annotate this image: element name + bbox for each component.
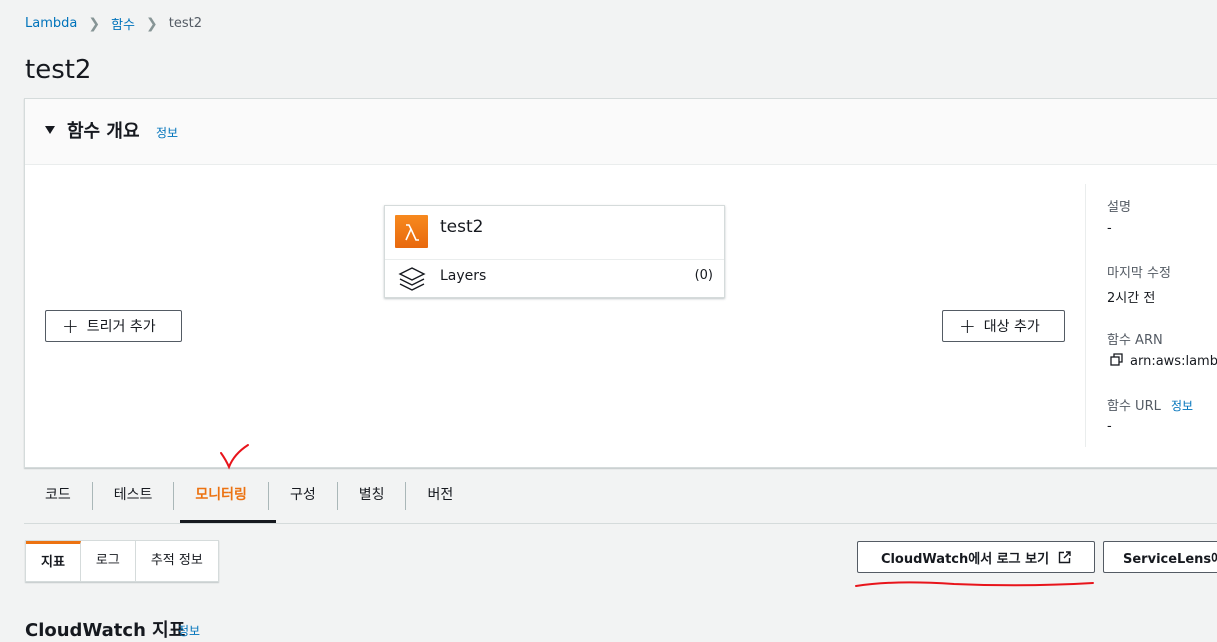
last-modified-value: 2시간 전	[1107, 291, 1156, 306]
function-arn-value: arn:aws:lambda	[1130, 354, 1217, 369]
tab-aliases[interactable]: 별칭	[338, 482, 407, 510]
annotation-underline	[854, 576, 1096, 596]
chevron-right-icon: ❯	[146, 15, 158, 32]
description-value: -	[1107, 221, 1112, 236]
monitoring-segments: 지표 로그 추적 정보	[25, 540, 219, 582]
divider	[1085, 184, 1086, 447]
view-cloudwatch-logs-label: CloudWatch에서 로그 보기	[880, 551, 1050, 567]
annotation-check-mark	[218, 442, 250, 474]
function-url-value: -	[1107, 419, 1112, 434]
external-link-icon	[1058, 550, 1071, 564]
breadcrumb-current: test2	[168, 16, 202, 31]
info-link[interactable]: 정보	[1171, 399, 1193, 413]
view-servicelens-button[interactable]: ServiceLens에	[1103, 541, 1217, 573]
function-arn-label: 함수 ARN	[1107, 333, 1163, 348]
breadcrumb: Lambda ❯ 함수 ❯ test2	[25, 14, 202, 34]
info-link[interactable]: 정보	[156, 124, 178, 141]
function-arn: arn:aws:lambda	[1110, 353, 1217, 370]
segment-traces[interactable]: 추적 정보	[136, 541, 218, 581]
tab-code[interactable]: 코드	[24, 482, 93, 510]
tab-versions[interactable]: 버전	[406, 482, 474, 510]
chevron-right-icon: ❯	[88, 15, 101, 32]
active-tab-indicator	[180, 520, 276, 523]
tab-bar: 코드 테스트 모니터링 구성 별칭 버전	[24, 482, 474, 524]
segment-logs[interactable]: 로그	[81, 541, 136, 581]
caret-down-icon[interactable]	[45, 126, 55, 134]
add-trigger-button[interactable]: + 트리거 추가	[45, 310, 182, 342]
view-cloudwatch-logs-button[interactable]: CloudWatch에서 로그 보기	[857, 541, 1095, 573]
add-destination-label: 대상 추가	[983, 319, 1040, 335]
breadcrumb-functions[interactable]: 함수	[111, 14, 135, 33]
info-link[interactable]: 정보	[178, 622, 200, 639]
tab-monitoring[interactable]: 모니터링	[174, 482, 269, 510]
panel-title: 함수 개요	[67, 121, 140, 142]
page-title: test2	[25, 55, 92, 85]
function-url-label-text: 함수 URL	[1107, 399, 1161, 414]
add-destination-button[interactable]: + 대상 추가	[942, 310, 1065, 342]
plus-icon: +	[959, 314, 976, 338]
function-card[interactable]: test2 Layers (0)	[384, 205, 725, 298]
add-trigger-label: 트리거 추가	[86, 319, 156, 335]
segment-metrics[interactable]: 지표	[26, 541, 81, 581]
layers-count: (0)	[694, 268, 713, 283]
divider	[385, 259, 724, 260]
plus-icon: +	[62, 314, 79, 338]
description-label: 설명	[1107, 200, 1131, 215]
view-servicelens-label: ServiceLens에	[1123, 551, 1217, 567]
tab-test[interactable]: 테스트	[93, 482, 175, 510]
panel-header[interactable]: 함수 개요 정보	[25, 99, 1217, 165]
function-url-label: 함수 URL 정보	[1107, 395, 1193, 414]
last-modified-label: 마지막 수정	[1107, 266, 1171, 281]
lambda-icon	[395, 215, 428, 248]
copy-icon[interactable]	[1110, 353, 1123, 370]
breadcrumb-lambda[interactable]: Lambda	[25, 16, 77, 31]
layers-label[interactable]: Layers	[440, 268, 486, 284]
tabs-divider	[24, 523, 1217, 524]
function-name: test2	[440, 217, 484, 237]
layers-icon	[397, 265, 427, 297]
tab-configuration[interactable]: 구성	[269, 482, 338, 510]
cloudwatch-metrics-title: CloudWatch 지표	[25, 620, 186, 641]
